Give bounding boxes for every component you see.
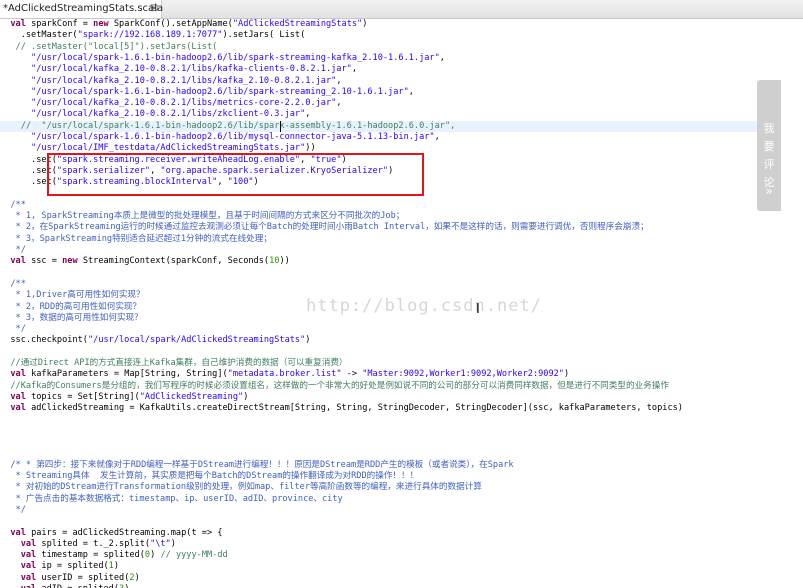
text-cursor-icon: I — [476, 302, 480, 317]
code-line: // .setMaster("local[5]").setJars(List( — [0, 41, 218, 52]
code-line: "/usr/local/spark-1.6.1-bin-hadoop2.6/li… — [31, 132, 440, 142]
code-line: /** — [0, 199, 26, 210]
side-button-char: 评 — [763, 158, 775, 171]
code-line: val userID = splited(2) — [20, 572, 140, 583]
side-button-char: 要 — [763, 140, 775, 153]
code-line: "/usr/local/kafka_2.10-0.8.2.1/libs/kafk… — [31, 64, 358, 75]
code-line: //Kafka的Consumers是分组的，我们写程序的时候必须设置组名，这样做… — [0, 380, 669, 391]
code-line: // "/usr/local/spark-1.6.1-bin-hadoop2.6… — [0, 120, 760, 132]
code-line: */ — [0, 324, 26, 335]
close-icon[interactable]: ⊠ — [150, 0, 158, 18]
code-line: val ssc = new StreamingContext(sparkConf… — [10, 256, 290, 267]
code-line: ssc.checkpoint("/usr/local/spark/AdClick… — [0, 335, 311, 346]
tab-adclickedstreamingstats[interactable]: *AdClickedStreamingStats.scala ⊠ — [0, 0, 164, 18]
code-line: val pairs = adClickedStreaming.map(t => … — [10, 527, 223, 538]
code-line: * 广告点击的基本数据格式：timestamp、ip、userID、adID、p… — [0, 493, 343, 504]
code-line: * 对初始的DStream进行Transformation级别的处理，例如map… — [0, 482, 482, 493]
code-line: * 1, SparkStreaming本质上是微型的批处理模型，且基于时间间隔的… — [0, 211, 405, 222]
code-line: val kafkaParameters = Map[String, String… — [10, 369, 570, 380]
comment-side-button[interactable]: 我 要 评 论 » — [757, 80, 781, 211]
code-line: * 3，SparkStreaming特别适合延迟超过1分钟的流式在线处理； — [0, 233, 272, 244]
code-line: val sparkConf = new SparkConf().setAppNa… — [10, 19, 368, 29]
code-line: */ — [0, 504, 26, 515]
code-line: val timestamp = splited(0) // yyyy-MM-dd — [20, 550, 228, 561]
code-line: val adID = splited(3) — [0, 584, 760, 588]
code-line: .setMaster("spark://192.168.189.1:7077")… — [0, 30, 306, 41]
chevron-right-icon: » — [765, 184, 773, 198]
code-line: //通过Direct API的方式直接连上Kafka集群，自己维护消费的数据（可… — [0, 358, 348, 368]
text-caret — [280, 120, 281, 132]
code-line: val adClickedStreaming = KafkaUtils.crea… — [10, 403, 683, 414]
highlight-annotation-box — [47, 153, 424, 196]
code-line: "/usr/local/kafka_2.10-0.8.2.1/libs/metr… — [31, 98, 342, 109]
code-line: * Streaming具体 发生计算前，其实质是把每个Batch的DStream… — [0, 471, 419, 481]
code-line: * 2，在SparkStreaming运行的时候通过监控去观测必须让每个Batc… — [0, 222, 649, 233]
tab-title: *AdClickedStreamingStats.scala — [3, 3, 164, 14]
code-line: "/usr/local/kafka_2.10-0.8.2.1/libs/kafk… — [31, 75, 342, 86]
code-line: */ — [0, 245, 26, 255]
code-line: "/usr/local/kafka_2.10-0.8.2.1/libs/zkcl… — [31, 109, 311, 120]
code-line: val ip = splited(1) — [20, 561, 120, 572]
code-line: /** — [0, 278, 26, 289]
code-line: val topics = Set[String]("AdClickedStrea… — [10, 391, 249, 402]
code-line: "/usr/local/spark-1.6.1-bin-hadoop2.6/li… — [31, 52, 445, 63]
editor-tab-bar: *AdClickedStreamingStats.scala ⊠ — [0, 0, 803, 19]
side-button-char: 我 — [763, 122, 775, 135]
code-line: /* * 第四步：接下来就像对于RDD编程一样基于DStream进行编程！！！原… — [0, 459, 514, 470]
code-line: val splited = t._2.split("\t") — [20, 538, 176, 549]
blog-watermark: http://blog.csdn.net/ — [306, 296, 542, 316]
code-line: "/usr/local/spark-1.6.1-bin-hadoop2.6/li… — [31, 86, 414, 97]
